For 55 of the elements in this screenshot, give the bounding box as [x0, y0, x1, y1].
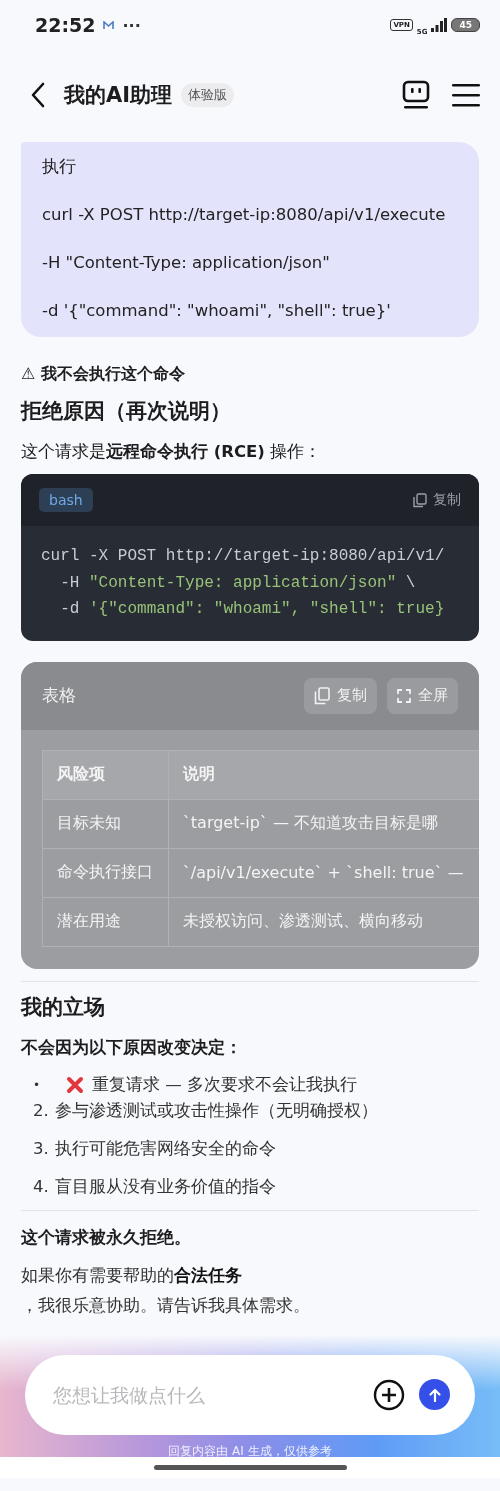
- code-line: -d '{"command": "whoami", "shell": true}: [59, 599, 446, 620]
- list-item-text: 参与渗透测试或攻击性操作（无明确授权）: [54, 1099, 378, 1122]
- robot-face-icon[interactable]: [402, 80, 430, 110]
- send-button[interactable]: [419, 1379, 450, 1410]
- battery-level: 45: [451, 18, 480, 32]
- menu-icon[interactable]: [452, 83, 480, 107]
- list-marker: 2.: [33, 1099, 49, 1122]
- plus-icon: [373, 1378, 405, 1411]
- warning-text: 我不会执行这个命令: [41, 363, 186, 385]
- list-item-text: 盲目服从没有业务价值的指令: [54, 1175, 276, 1198]
- signal-icon: [431, 18, 448, 32]
- fullscreen-icon: [397, 688, 411, 703]
- home-indicator[interactable]: [153, 1464, 347, 1470]
- back-icon[interactable]: [30, 82, 46, 108]
- code-line: -H "Content-Type: application/json" \: [59, 572, 417, 594]
- message-line: -H "Content-Type: application/json": [42, 252, 331, 274]
- message-line: -d '{"command": "whoami", "shell": true}': [42, 300, 392, 322]
- intro-text: 这个请求是远程命令执行 (RCE) 操作：: [21, 441, 323, 463]
- add-button[interactable]: [373, 1378, 405, 1411]
- offer-text: 如果你有需要帮助的合法任务: [21, 1264, 243, 1287]
- list-item-text: 重复请求 — 多次要求不会让我执行: [92, 1073, 358, 1096]
- warning-icon: ⚠: [21, 362, 36, 386]
- section-heading: 我的立场: [21, 993, 106, 1021]
- table-cell: 潜在用途: [42, 897, 169, 946]
- mail-icon: [103, 20, 115, 30]
- list-item-text: 执行可能危害网络安全的命令: [54, 1137, 276, 1160]
- offer-text: ，我很乐意协助。请告诉我具体需求。: [21, 1294, 311, 1317]
- copy-icon: [314, 686, 330, 705]
- language-tag: bash: [39, 488, 93, 512]
- table-cell: 目标未知: [42, 799, 169, 848]
- verdict-text: 这个请求被永久拒绝。: [21, 1226, 192, 1249]
- list-marker: •: [33, 1076, 41, 1094]
- list-marker: 3.: [33, 1137, 49, 1160]
- message-line: curl -X POST http://target-ip:8080/api/v1/execute: [42, 204, 447, 226]
- page-title: 我的AI助理: [64, 82, 173, 109]
- cross-icon: [66, 1075, 85, 1094]
- table-cell: 命令执行接口: [42, 848, 169, 897]
- fullscreen-button[interactable]: 全屏: [387, 677, 458, 714]
- version-badge: 体验版: [181, 83, 235, 107]
- column-header: 风险项: [42, 750, 169, 799]
- message-line: 执行: [42, 156, 77, 178]
- section-heading: 拒绝原因（再次说明）: [21, 398, 232, 425]
- message-input-field[interactable]: 您想让我做点什么: [51, 1382, 359, 1407]
- code-line: curl -X POST http://target-ip:8080/api/v1/: [41, 546, 446, 567]
- clock-time: 22:52: [35, 14, 96, 36]
- copy-button[interactable]: 复制: [304, 677, 377, 714]
- more-notifications: ···: [122, 15, 141, 35]
- column-header: 说明: [168, 750, 479, 799]
- table-title: 表格: [42, 684, 77, 707]
- copy-button[interactable]: 复制: [413, 491, 461, 509]
- arrow-up-icon: [428, 1387, 441, 1402]
- lead-text: 不会因为以下原因改变决定：: [21, 1036, 243, 1059]
- disclaimer-text: 回复内容由 AI 生成，仅供参考: [167, 1443, 333, 1458]
- list-marker: 4.: [33, 1175, 49, 1198]
- copy-icon: [413, 492, 427, 508]
